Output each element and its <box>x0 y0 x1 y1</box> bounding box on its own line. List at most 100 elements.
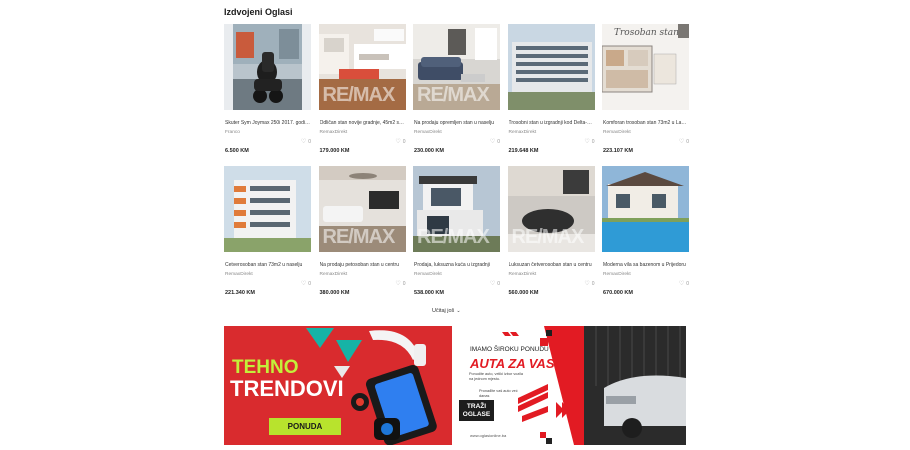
listing-card[interactable]: RE/MAX Prodaja, luksuzna kuća u izgradnj… <box>413 166 500 308</box>
listing-card[interactable]: RE/MAX Na prodaju opremljen stan u nasel… <box>413 24 500 166</box>
listing-image[interactable] <box>602 166 689 252</box>
heart-icon[interactable]: ♡ <box>395 280 400 287</box>
likes-count: 0 <box>686 280 689 287</box>
listing-price: 179.000 KM <box>319 148 350 154</box>
listing-card[interactable]: Skuter Sym Joymax 250i 2017. godište Fra… <box>224 24 311 166</box>
listings-grid: Skuter Sym Joymax 250i 2017. godište Fra… <box>224 24 689 308</box>
listing-card[interactable]: RE/MAX Odličan stan novije gradnje, 45m2… <box>318 24 406 166</box>
listing-seller[interactable]: RemaxDirekt <box>414 272 442 277</box>
listing-title[interactable]: Moderna vila sa bazenom u Prijedoru <box>603 262 689 268</box>
listing-image[interactable]: RE/MAX <box>507 166 595 252</box>
listing-card[interactable]: Trosoban stan Komforan trosoban stan 73m… <box>602 24 689 166</box>
listing-price: 230.000 KM <box>414 148 444 154</box>
listing-title[interactable]: Skuter Sym Joymax 250i 2017. godište <box>225 120 311 126</box>
listing-likes[interactable]: ♡ 0 <box>584 138 595 146</box>
heart-icon[interactable]: ♡ <box>584 138 589 145</box>
listing-seller[interactable]: RemaxDirekt <box>509 272 537 277</box>
listing-seller[interactable]: RemaxDirekt <box>414 130 442 135</box>
section-title: Izdvojeni Oglasi <box>224 7 293 17</box>
heart-icon[interactable]: ♡ <box>301 280 306 287</box>
listing-likes[interactable]: ♡ 0 <box>490 280 500 288</box>
heart-icon[interactable]: ♡ <box>679 138 684 145</box>
watermark: RE/MAX <box>417 226 490 248</box>
load-more-button[interactable]: Učitaj još ⌄ <box>432 308 478 314</box>
likes-count: 0 <box>497 138 500 145</box>
heart-icon[interactable]: ♡ <box>395 138 400 145</box>
listing-likes[interactable]: ♡ 0 <box>395 280 406 288</box>
ponuda-button[interactable]: PONUDA <box>269 418 341 435</box>
listing-likes[interactable]: ♡ 0 <box>301 138 311 146</box>
listing-title[interactable]: Luksuzan četverosoban stan u centru <box>509 262 595 268</box>
listing-title[interactable]: Komforan trosoban stan 73m2 u Lamelama <box>603 120 689 126</box>
listing-image[interactable]: RE/MAX <box>318 24 406 110</box>
watermark: RE/MAX <box>322 226 396 248</box>
listing-title[interactable]: Na prodaju petosoban stan u centru <box>320 262 406 268</box>
trazi-oglase-button[interactable]: TRAŽI OGLASE <box>459 400 494 421</box>
listing-seller[interactable]: RemaxDirekt <box>320 130 348 135</box>
heart-icon[interactable]: ♡ <box>584 280 589 287</box>
listing-image[interactable]: RE/MAX <box>318 166 406 252</box>
listings-row-1: Skuter Sym Joymax 250i 2017. godište Fra… <box>224 24 689 166</box>
likes-count: 0 <box>308 138 311 145</box>
likes-count: 0 <box>497 280 500 287</box>
banner-headline-1: IMAMO ŠIROKU PONUDU <box>470 346 549 353</box>
listing-seller[interactable]: Franco <box>225 130 240 135</box>
listing-likes[interactable]: ♡ 0 <box>301 280 311 288</box>
listing-title[interactable]: Četverosoban stan 73m2 u naselju <box>225 262 311 268</box>
listing-title[interactable]: Trosobni stan u izgradnji kod Delta-56,3… <box>509 120 595 126</box>
heart-icon[interactable]: ♡ <box>490 138 495 145</box>
listing-price: 219.648 KM <box>508 148 539 154</box>
listing-likes[interactable]: ♡ 0 <box>679 280 689 288</box>
listing-likes[interactable]: ♡ 0 <box>679 138 689 146</box>
listing-likes[interactable]: ♡ 0 <box>584 280 594 288</box>
listing-price: 221.340 KM <box>225 290 255 296</box>
listing-title[interactable]: Prodaja, luksuzna kuća u izgradnji <box>414 262 500 268</box>
likes-count: 0 <box>686 138 689 145</box>
listing-title[interactable]: Na prodaju opremljen stan u naselju <box>414 120 500 126</box>
banner-copy-2: Pronađite vaš auto već danas <box>479 389 518 398</box>
promo-banner-cars[interactable]: IMAMO ŠIROKU PONUDU AUTA ZA VAS! Ponudit… <box>456 326 686 445</box>
listing-image[interactable]: RE/MAX <box>413 166 500 252</box>
listing-card[interactable]: Četverosoban stan 73m2 u naselju RemaxDi… <box>224 166 311 308</box>
listings-row-2: Četverosoban stan 73m2 u naselju RemaxDi… <box>224 166 689 308</box>
listing-image[interactable]: Trosoban stan <box>602 24 689 110</box>
likes-count: 0 <box>591 138 595 145</box>
listing-price: 560.000 KM <box>508 290 539 296</box>
listing-card[interactable]: Moderna vila sa bazenom u Prijedoru Rema… <box>602 166 689 308</box>
listing-seller[interactable]: RemaxDirekt <box>603 130 631 135</box>
heart-icon[interactable]: ♡ <box>679 280 684 287</box>
banner-headline-2: AUTA ZA VAS! <box>470 356 559 371</box>
listing-likes[interactable]: ♡ 0 <box>490 138 500 146</box>
likes-count: 0 <box>308 280 311 287</box>
listing-price: 538.000 KM <box>414 290 444 296</box>
listing-card[interactable]: RE/MAX Na prodaju petosoban stan u centr… <box>318 166 406 308</box>
listing-card[interactable]: Trosobni stan u izgradnji kod Delta-56,3… <box>507 24 595 166</box>
watermark: RE/MAX <box>322 84 396 106</box>
listing-seller[interactable]: RemaxDirekt <box>320 272 348 277</box>
banner-headline-1: TEHNO <box>232 357 299 378</box>
listing-card[interactable]: RE/MAX Luksuzan četverosoban stan u cent… <box>507 166 595 308</box>
listing-image[interactable] <box>224 166 311 252</box>
banner-decoration <box>502 326 686 445</box>
heart-icon[interactable]: ♡ <box>490 280 495 287</box>
listing-price: 670.000 KM <box>603 290 633 296</box>
banner-headline-2: TRENDOVI <box>230 376 344 401</box>
listing-image[interactable]: RE/MAX <box>413 24 500 110</box>
likes-count: 0 <box>402 280 406 287</box>
listing-seller[interactable]: RemaxDirekt <box>225 272 253 277</box>
watermark: RE/MAX <box>417 84 490 106</box>
banner-copy: Ponudite auto, veliki izbor vozila na je… <box>469 372 524 381</box>
listing-price: 380.000 KM <box>319 290 350 296</box>
listing-price: 223.107 KM <box>603 148 633 154</box>
listing-image[interactable] <box>507 24 595 110</box>
listing-likes[interactable]: ♡ 0 <box>395 138 405 146</box>
listing-seller[interactable]: RemaxDirekt <box>509 130 537 135</box>
listing-seller[interactable]: RemaxDirekt <box>603 272 631 277</box>
promo-banner-tech[interactable]: TEHNO TRENDOVI PONUDA <box>224 326 452 445</box>
banner-url[interactable]: www.oglasionline.ba <box>470 433 506 438</box>
listing-title[interactable]: Odličan stan novije gradnje, 45m2 sa gar… <box>320 120 406 126</box>
listing-image[interactable] <box>224 24 311 110</box>
heart-icon[interactable]: ♡ <box>301 138 306 145</box>
watermark: RE/MAX <box>511 226 585 248</box>
listing-price: 6.500 KM <box>225 148 249 154</box>
